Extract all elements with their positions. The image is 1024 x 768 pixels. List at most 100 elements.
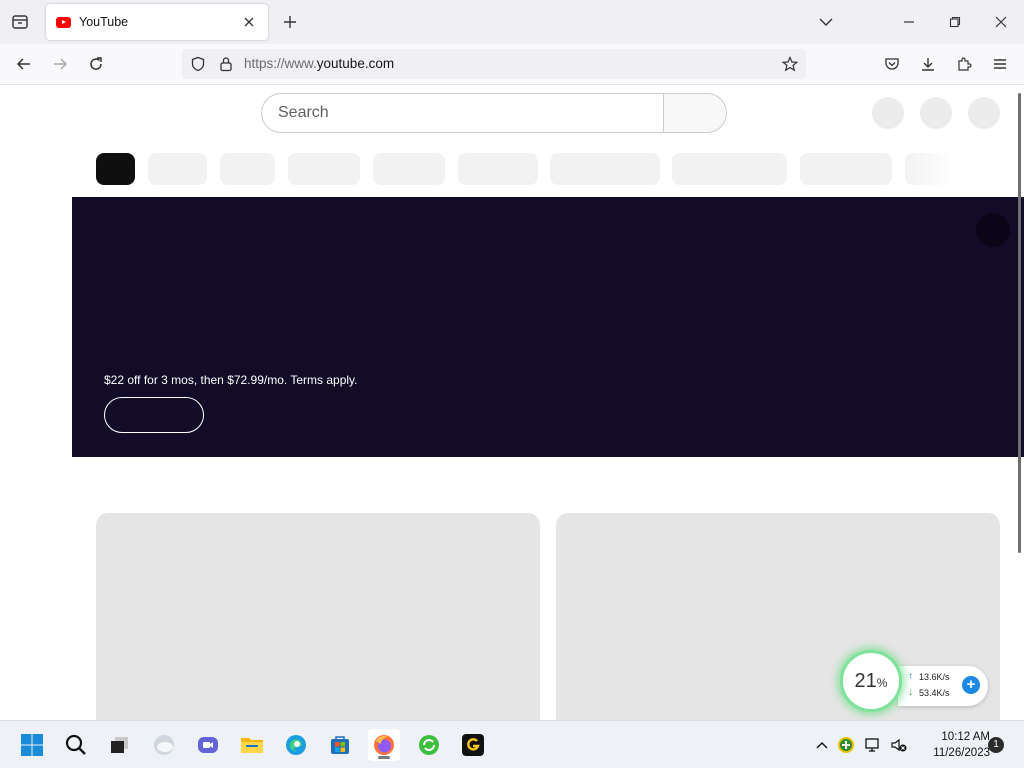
system-clock[interactable]: 10:12 AM 11/26/2023 bbox=[914, 729, 990, 761]
chip-placeholder[interactable] bbox=[458, 153, 538, 185]
folder-icon bbox=[241, 738, 263, 753]
taskbar-sync-app-button[interactable] bbox=[413, 729, 445, 761]
lock-icon[interactable] bbox=[215, 53, 237, 75]
taskbar-firefox-button[interactable] bbox=[368, 729, 400, 761]
taskbar-store-button[interactable] bbox=[324, 729, 356, 761]
tray-network-button[interactable] bbox=[863, 735, 883, 755]
tab-overflow-button[interactable] bbox=[812, 8, 840, 36]
chip-placeholder[interactable] bbox=[288, 153, 360, 185]
close-icon bbox=[244, 17, 254, 27]
search-box[interactable] bbox=[261, 93, 664, 133]
forward-button[interactable] bbox=[46, 50, 74, 78]
minimize-button[interactable] bbox=[895, 8, 923, 36]
search-icon bbox=[65, 734, 86, 755]
weather-cloud-icon bbox=[154, 735, 174, 755]
url-prefix: https://www. bbox=[244, 56, 317, 71]
header-avatar-placeholder[interactable] bbox=[968, 97, 1000, 129]
url-text[interactable]: https://www.youtube.com bbox=[244, 56, 394, 71]
green-sync-icon bbox=[419, 735, 439, 755]
windows-taskbar: 10:12 AM 11/26/2023 1 bbox=[0, 720, 1024, 768]
chevron-up-icon bbox=[816, 742, 828, 749]
chip-placeholder[interactable] bbox=[800, 153, 892, 185]
header-button-2-placeholder[interactable] bbox=[920, 97, 952, 129]
list-all-tabs-button[interactable] bbox=[8, 10, 32, 34]
address-bar[interactable]: https://www.youtube.com bbox=[182, 49, 806, 79]
firefox-icon bbox=[374, 735, 394, 755]
banner-dismiss-button[interactable] bbox=[976, 213, 1010, 247]
taskbar-widgets-button[interactable] bbox=[148, 729, 180, 761]
yellow-plus-tray-icon bbox=[838, 737, 854, 753]
volume-muted-icon bbox=[891, 738, 907, 752]
task-view-icon bbox=[111, 737, 128, 753]
arrow-down-icon: ↓ bbox=[908, 687, 913, 698]
restore-icon bbox=[949, 16, 961, 28]
usage-percent-value: 21 bbox=[854, 669, 877, 692]
hamburger-menu-icon bbox=[994, 59, 1006, 69]
notification-count-badge[interactable]: 1 bbox=[988, 737, 1004, 753]
arrow-up-icon: ↑ bbox=[908, 671, 913, 682]
new-tab-button[interactable] bbox=[278, 10, 302, 34]
back-button[interactable] bbox=[10, 50, 38, 78]
restore-button[interactable] bbox=[941, 8, 969, 36]
page-scrollbar[interactable] bbox=[1018, 93, 1021, 553]
banner-offer-text: $22 off for 3 mos, then $72.99/mo. Terms… bbox=[104, 373, 358, 387]
network-speed-panel: ↑ 13.6K/s ↓ 53.4K/s + bbox=[898, 666, 988, 706]
chip-placeholder[interactable] bbox=[148, 153, 207, 185]
chat-camera-icon bbox=[198, 737, 218, 753]
clock-date: 11/26/2023 bbox=[933, 747, 990, 759]
tray-app-icon[interactable] bbox=[836, 735, 856, 755]
browser-tab-youtube[interactable]: YouTube bbox=[46, 4, 268, 40]
reload-button[interactable] bbox=[82, 50, 110, 78]
youtube-favicon-icon bbox=[56, 16, 71, 28]
widget-expand-plus-icon[interactable]: + bbox=[962, 676, 980, 694]
tab-title: YouTube bbox=[79, 15, 129, 29]
extensions-button[interactable] bbox=[950, 50, 978, 78]
tray-volume-button[interactable] bbox=[889, 735, 909, 755]
pocket-button[interactable] bbox=[878, 50, 906, 78]
search-input[interactable] bbox=[262, 94, 664, 132]
usage-percent: 21% bbox=[855, 670, 888, 693]
start-button[interactable] bbox=[16, 729, 48, 761]
memory-usage-ring[interactable]: 21% bbox=[840, 650, 902, 712]
network-monitor-icon bbox=[865, 738, 879, 752]
navigation-toolbar: https://www.youtube.com bbox=[0, 44, 1024, 85]
downloads-button[interactable] bbox=[914, 50, 942, 78]
download-speed: 53.4K/s bbox=[919, 687, 950, 698]
taskbar-file-explorer-button[interactable] bbox=[236, 729, 268, 761]
taskbar-edge-button[interactable] bbox=[280, 729, 312, 761]
taskbar-teams-chat-button[interactable] bbox=[192, 729, 224, 761]
bookmark-star-icon[interactable] bbox=[779, 53, 801, 75]
chip-placeholder[interactable] bbox=[905, 153, 955, 185]
taskbar-search-button[interactable] bbox=[60, 729, 92, 761]
tab-list-icon bbox=[12, 15, 28, 29]
search-button[interactable] bbox=[663, 93, 727, 133]
upload-speed: 13.6K/s bbox=[919, 671, 950, 682]
close-window-button[interactable] bbox=[987, 8, 1015, 36]
video-card-placeholder[interactable] bbox=[96, 513, 540, 720]
download-speed-row: ↓ 53.4K/s bbox=[908, 687, 950, 698]
pocket-icon bbox=[885, 58, 899, 70]
tracking-protection-shield-icon[interactable] bbox=[187, 53, 209, 75]
youtube-page: $22 off for 3 mos, then $72.99/mo. Terms… bbox=[0, 85, 1024, 720]
chevron-down-icon bbox=[819, 18, 833, 26]
show-hidden-icons-button[interactable] bbox=[812, 735, 832, 755]
app-menu-button[interactable] bbox=[986, 50, 1014, 78]
close-window-icon bbox=[995, 16, 1007, 28]
arrow-left-icon bbox=[16, 58, 30, 70]
banner-cta-button[interactable] bbox=[104, 397, 204, 433]
task-view-button[interactable] bbox=[103, 729, 135, 761]
tab-strip: YouTube bbox=[0, 0, 1024, 44]
chip-placeholder[interactable] bbox=[672, 153, 787, 185]
network-speed-widget[interactable]: ↑ 13.6K/s ↓ 53.4K/s + 21% bbox=[840, 650, 988, 718]
chip-placeholder[interactable] bbox=[550, 153, 660, 185]
url-domain: youtube.com bbox=[316, 56, 395, 71]
taskbar-g-app-button[interactable] bbox=[457, 729, 489, 761]
close-tab-button[interactable] bbox=[240, 13, 258, 31]
chip-placeholder[interactable] bbox=[373, 153, 445, 185]
header-button-1-placeholder[interactable] bbox=[872, 97, 904, 129]
chip-placeholder[interactable] bbox=[220, 153, 275, 185]
chip-all-active[interactable] bbox=[96, 153, 135, 185]
clock-time: 10:12 AM bbox=[941, 731, 990, 743]
g-app-icon bbox=[462, 734, 484, 756]
download-icon bbox=[922, 58, 934, 71]
